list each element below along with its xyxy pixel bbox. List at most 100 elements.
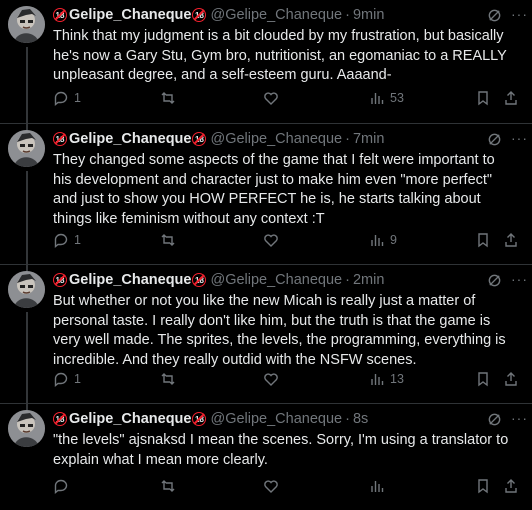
timestamp[interactable]: 8s [353,411,368,427]
avatar[interactable] [8,130,45,167]
reply-button[interactable]: 1 [53,232,81,248]
avatar[interactable] [8,410,45,447]
action-bar: 1 53 [53,88,532,108]
action-bar: 1 13 [53,369,532,389]
bookmark-icon [478,479,488,494]
thread-connector [26,171,28,265]
reply-button[interactable]: 1 [53,90,81,106]
bookmark-icon [478,233,488,248]
user-handle[interactable]: @Gelipe_Chaneque [210,411,342,427]
view-count: 13 [390,372,404,386]
bookmark-icon [478,91,488,106]
share-button[interactable] [503,232,519,248]
repost-icon [161,234,175,246]
grok-icon[interactable] [487,132,502,147]
like-icon [264,234,278,247]
like-button[interactable] [263,232,284,248]
views-icon [371,374,384,385]
share-icon [505,91,517,105]
user-handle[interactable]: @Gelipe_Chaneque [210,131,342,147]
user-handle[interactable]: @Gelipe_Chaneque [210,7,342,23]
grok-icon[interactable] [487,273,502,288]
share-icon [505,372,517,386]
views-button[interactable]: 13 [369,371,404,387]
more-icon[interactable]: ··· [511,6,528,22]
age-18-badge-icon: 18 [192,8,207,22]
age-18-badge-icon: 18 [192,412,207,426]
timestamp[interactable]: 7min [353,131,384,147]
views-button[interactable]: 53 [369,90,404,106]
views-button[interactable]: 9 [369,232,397,248]
like-button[interactable] [263,371,284,387]
share-icon [505,479,517,493]
post-header: 18 Gelipe_Chaneque 18 @Gelipe_Chaneque ·… [53,410,522,428]
repost-button[interactable] [160,232,181,248]
bookmark-button[interactable] [475,232,491,248]
bookmark-button[interactable] [475,90,491,106]
timestamp[interactable]: 2min [353,272,384,288]
avatar[interactable] [8,271,45,308]
views-icon [371,481,384,492]
bookmark-button[interactable] [475,478,491,494]
post-header: 18 Gelipe_Chaneque 18 @Gelipe_Chaneque ·… [53,271,522,289]
thread-feed: 18 Gelipe_Chaneque 18 @Gelipe_Chaneque ·… [0,0,532,510]
grok-icon[interactable] [487,412,502,427]
age-18-badge-icon: 18 [53,412,67,426]
post-body: 18 Gelipe_Chaneque 18 @Gelipe_Chaneque ·… [53,6,522,86]
post-text: Think that my judgment is a bit clouded … [53,28,507,83]
display-name[interactable]: Gelipe_Chaneque [69,411,191,427]
display-name[interactable]: Gelipe_Chaneque [69,131,191,147]
post-1[interactable]: 18 Gelipe_Chaneque 18 @Gelipe_Chaneque ·… [0,0,532,124]
reply-count: 1 [74,233,81,247]
display-name[interactable]: Gelipe_Chaneque [69,272,191,288]
share-button[interactable] [503,478,519,494]
separator: · [345,7,350,23]
action-bar [53,476,532,496]
reply-count: 1 [74,91,81,105]
repost-icon [161,373,175,385]
age-18-badge-icon: 18 [53,8,67,22]
more-icon[interactable]: ··· [511,410,528,426]
views-button[interactable] [369,478,390,494]
reply-button[interactable]: 1 [53,371,81,387]
avatar[interactable] [8,6,45,43]
repost-button[interactable] [160,478,181,494]
user-handle[interactable]: @Gelipe_Chaneque [210,272,342,288]
reply-icon [54,372,68,387]
like-icon [264,373,278,386]
more-icon[interactable]: ··· [511,271,528,287]
repost-button[interactable] [160,90,181,106]
post-header: 18 Gelipe_Chaneque 18 @Gelipe_Chaneque ·… [53,130,522,148]
thread-connector [26,47,28,124]
age-18-badge-icon: 18 [192,132,207,146]
bookmark-button[interactable] [475,371,491,387]
separator: · [345,272,350,288]
reply-icon [54,91,68,106]
post-body: 18 Gelipe_Chaneque 18 @Gelipe_Chaneque ·… [53,410,522,470]
post-3[interactable]: 18 Gelipe_Chaneque 18 @Gelipe_Chaneque ·… [0,265,532,404]
like-button[interactable] [263,90,284,106]
reply-button[interactable] [53,478,74,494]
separator: · [345,131,350,147]
post-text: They changed some aspects of the game th… [53,152,495,227]
share-button[interactable] [503,90,519,106]
post-2[interactable]: 18 Gelipe_Chaneque 18 @Gelipe_Chaneque ·… [0,124,532,265]
like-icon [264,480,278,493]
view-count: 9 [390,233,397,247]
post-4[interactable]: 18 Gelipe_Chaneque 18 @Gelipe_Chaneque ·… [0,404,532,510]
like-button[interactable] [263,478,284,494]
repost-button[interactable] [160,371,181,387]
timestamp[interactable]: 9min [353,7,384,23]
age-18-badge-icon: 18 [192,273,207,287]
separator: · [345,411,350,427]
post-body: 18 Gelipe_Chaneque 18 @Gelipe_Chaneque ·… [53,271,522,370]
age-18-badge-icon: 18 [53,132,67,146]
share-icon [505,233,517,247]
display-name[interactable]: Gelipe_Chaneque [69,7,191,23]
reply-icon [54,479,68,494]
more-icon[interactable]: ··· [511,130,528,146]
thread-connector [26,312,28,404]
bookmark-icon [478,372,488,387]
grok-icon[interactable] [487,8,502,23]
share-button[interactable] [503,371,519,387]
